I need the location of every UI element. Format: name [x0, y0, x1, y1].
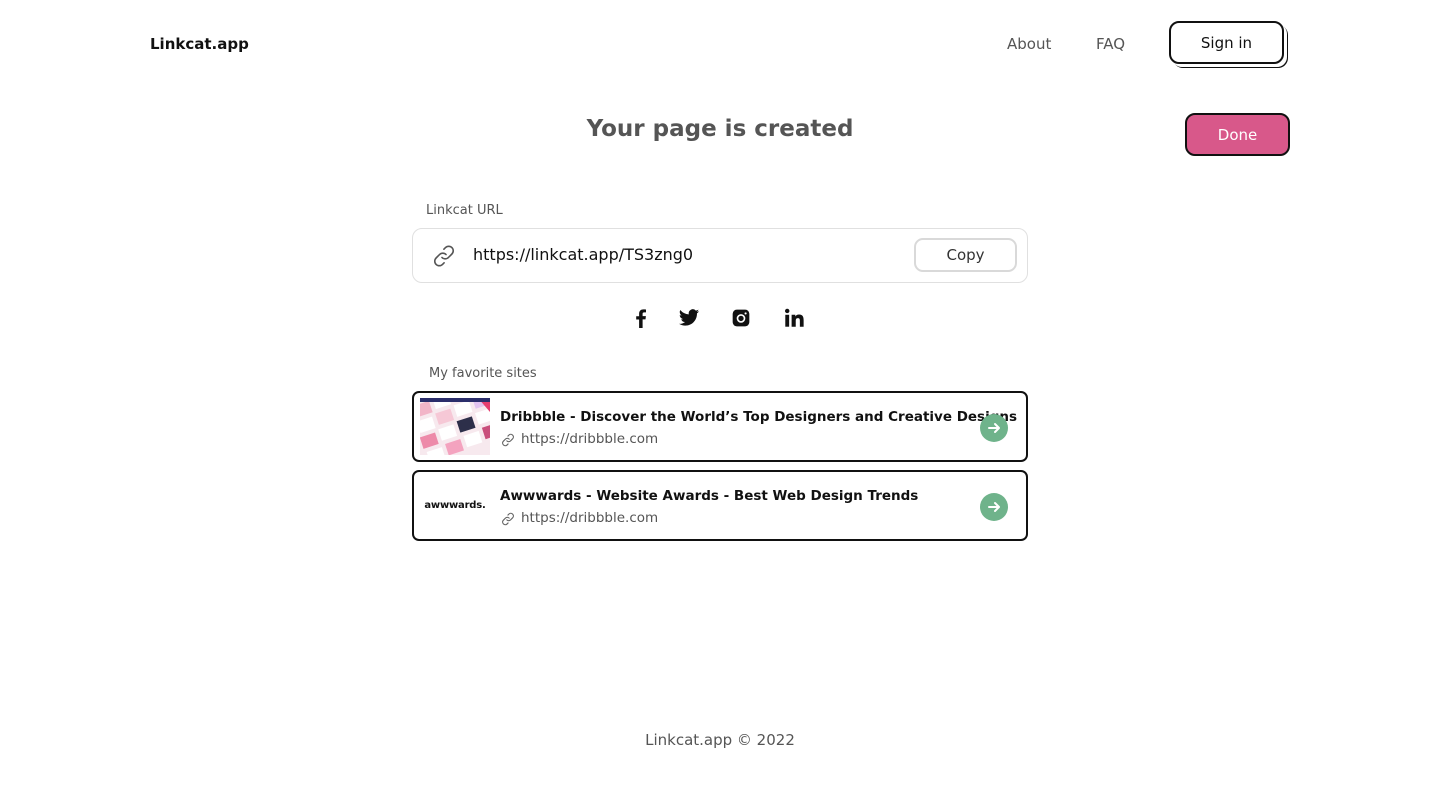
nav-about-link[interactable]: About: [1007, 35, 1051, 53]
link-icon: [502, 433, 514, 447]
link-icon: [502, 512, 514, 526]
card-url: https://dribbble.com: [521, 510, 659, 526]
instagram-icon[interactable]: [729, 306, 753, 330]
logo[interactable]: Linkcat.app: [150, 35, 249, 53]
card-url: https://dribbble.com: [521, 431, 659, 447]
url-value[interactable]: https://linkcat.app/TS3zng0: [473, 245, 693, 264]
arrow-right-icon[interactable]: [980, 414, 1008, 442]
site-logo: awwwards.: [424, 500, 486, 511]
facebook-icon[interactable]: [629, 306, 653, 330]
link-icon: [433, 245, 455, 267]
done-button[interactable]: Done: [1185, 113, 1290, 156]
arrow-right-icon[interactable]: [980, 493, 1008, 521]
nav-faq-link[interactable]: FAQ: [1096, 35, 1125, 53]
card-title: Dribbble - Discover the World’s Top Desi…: [500, 409, 1018, 425]
site-thumbnail: [420, 398, 490, 455]
favorite-card[interactable]: awwwards. Awwwards - Website Awards - Be…: [412, 470, 1028, 541]
signin-button[interactable]: Sign in: [1169, 21, 1284, 64]
url-label: Linkcat URL: [426, 203, 503, 218]
favorites-label: My favorite sites: [429, 366, 537, 381]
favorite-card[interactable]: Dribbble - Discover the World’s Top Desi…: [412, 391, 1028, 462]
footer-copyright: Linkcat.app © 2022: [645, 731, 795, 749]
linkedin-icon[interactable]: [782, 306, 806, 330]
twitter-icon[interactable]: [677, 306, 701, 330]
copy-button[interactable]: Copy: [914, 238, 1017, 272]
card-title: Awwwards - Website Awards - Best Web Des…: [500, 488, 919, 504]
url-field: https://linkcat.app/TS3zng0 Copy: [412, 228, 1028, 283]
